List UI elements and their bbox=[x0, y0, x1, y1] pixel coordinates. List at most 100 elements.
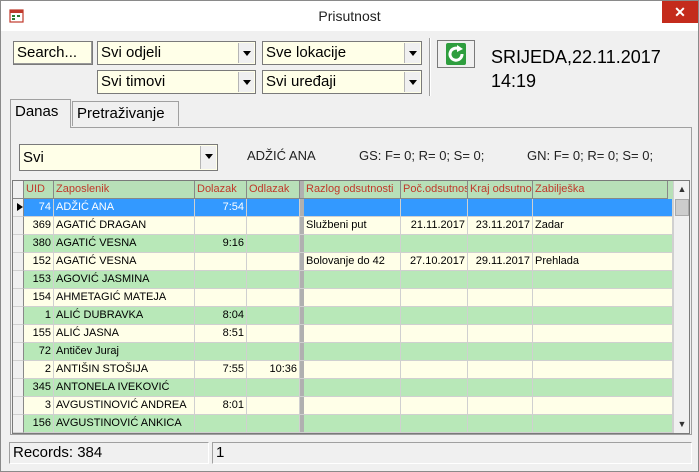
cell-absence-start[interactable] bbox=[401, 235, 468, 253]
cell-employee[interactable]: AGATIĆ DRAGAN bbox=[54, 217, 195, 235]
cell-arrival[interactable]: 8:51 bbox=[195, 325, 247, 343]
table-row[interactable]: 72 Antičev Juraj bbox=[13, 343, 673, 361]
header-absence-reason[interactable]: Razlog odsutnosti bbox=[304, 181, 401, 199]
search-button[interactable]: Search... bbox=[13, 41, 93, 65]
cell-absence-reason[interactable] bbox=[304, 361, 401, 379]
table-row[interactable]: 1 ALIĆ DUBRAVKA 8:04 bbox=[13, 307, 673, 325]
cell-absence-start[interactable] bbox=[401, 397, 468, 415]
cell-departure[interactable] bbox=[247, 397, 300, 415]
cell-departure[interactable] bbox=[247, 271, 300, 289]
cell-note[interactable] bbox=[533, 307, 673, 325]
scroll-up-icon[interactable]: ▲ bbox=[674, 181, 689, 198]
cell-note[interactable] bbox=[533, 235, 673, 253]
header-departure[interactable]: Odlazak bbox=[247, 181, 300, 199]
refresh-button[interactable] bbox=[437, 40, 475, 68]
header-note[interactable]: Zabilješka bbox=[533, 181, 668, 199]
cell-note[interactable] bbox=[533, 289, 673, 307]
cell-departure[interactable] bbox=[247, 325, 300, 343]
cell-note[interactable]: Zadar bbox=[533, 217, 673, 235]
cell-uid[interactable]: 380 bbox=[24, 235, 54, 253]
cell-departure[interactable]: 10:36 bbox=[247, 361, 300, 379]
cell-absence-start[interactable] bbox=[401, 415, 468, 433]
cell-employee[interactable]: ANTIŠIN STOŠIJA bbox=[54, 361, 195, 379]
scroll-down-icon[interactable]: ▼ bbox=[674, 416, 689, 433]
cell-uid[interactable]: 155 bbox=[24, 325, 54, 343]
cell-arrival[interactable] bbox=[195, 271, 247, 289]
device-select[interactable]: Svi uređaji bbox=[262, 70, 422, 94]
table-row[interactable]: 154 AHMETAGIĆ MATEJA bbox=[13, 289, 673, 307]
cell-uid[interactable]: 72 bbox=[24, 343, 54, 361]
cell-uid[interactable]: 2 bbox=[24, 361, 54, 379]
cell-absence-end[interactable] bbox=[468, 343, 533, 361]
cell-absence-reason[interactable] bbox=[304, 199, 401, 217]
cell-arrival[interactable]: 7:54 bbox=[195, 199, 247, 217]
vertical-scrollbar[interactable]: ▲ ▼ bbox=[673, 181, 689, 433]
department-select[interactable]: Svi odjeli bbox=[97, 41, 256, 65]
cell-note[interactable] bbox=[533, 379, 673, 397]
cell-employee[interactable]: ADŽIĆ ANA bbox=[54, 199, 195, 217]
team-select[interactable]: Svi timovi bbox=[97, 70, 256, 94]
cell-absence-reason[interactable] bbox=[304, 235, 401, 253]
tab-danas[interactable]: Danas bbox=[10, 99, 71, 128]
cell-absence-start[interactable] bbox=[401, 307, 468, 325]
cell-employee[interactable]: ALIĆ DUBRAVKA bbox=[54, 307, 195, 325]
cell-absence-reason[interactable]: Bolovanje do 42 bbox=[304, 253, 401, 271]
chevron-down-icon[interactable] bbox=[238, 72, 254, 92]
attendance-grid[interactable]: UID Zaposlenik Dolazak Odlazak Razlog od… bbox=[12, 180, 690, 434]
cell-uid[interactable]: 154 bbox=[24, 289, 54, 307]
cell-note[interactable] bbox=[533, 415, 673, 433]
table-row[interactable]: 345 ANTONELA IVEKOVIĆ bbox=[13, 379, 673, 397]
cell-employee[interactable]: AHMETAGIĆ MATEJA bbox=[54, 289, 195, 307]
cell-departure[interactable] bbox=[247, 343, 300, 361]
table-row[interactable]: 369 AGATIĆ DRAGAN Službeni put 21.11.2017 23… bbox=[13, 217, 673, 235]
tab-pretrazivanje[interactable]: Pretraživanje bbox=[72, 101, 179, 126]
table-row[interactable]: 156 AVGUSTINOVIĆ ANKICA bbox=[13, 415, 673, 433]
cell-employee[interactable]: ALIĆ JASNA bbox=[54, 325, 195, 343]
chevron-down-icon[interactable] bbox=[200, 146, 216, 169]
cell-absence-reason[interactable] bbox=[304, 325, 401, 343]
cell-absence-reason[interactable] bbox=[304, 289, 401, 307]
header-arrival[interactable]: Dolazak bbox=[195, 181, 247, 199]
cell-employee[interactable]: ANTONELA IVEKOVIĆ bbox=[54, 379, 195, 397]
cell-note[interactable] bbox=[533, 361, 673, 379]
cell-absence-end[interactable] bbox=[468, 271, 533, 289]
cell-absence-start[interactable] bbox=[401, 325, 468, 343]
cell-note[interactable] bbox=[533, 343, 673, 361]
cell-uid[interactable]: 1 bbox=[24, 307, 54, 325]
cell-employee[interactable]: AGATIĆ VESNA bbox=[54, 253, 195, 271]
cell-uid[interactable]: 156 bbox=[24, 415, 54, 433]
header-absence-start[interactable]: Poč.odsutnosti bbox=[401, 181, 468, 199]
cell-arrival[interactable] bbox=[195, 343, 247, 361]
cell-employee[interactable]: AGOVIĆ JASMINA bbox=[54, 271, 195, 289]
cell-note[interactable] bbox=[533, 397, 673, 415]
table-row[interactable]: 153 AGOVIĆ JASMINA bbox=[13, 271, 673, 289]
cell-employee[interactable]: Antičev Juraj bbox=[54, 343, 195, 361]
filter-select[interactable]: Svi bbox=[19, 144, 218, 171]
table-row[interactable]: 155 ALIĆ JASNA 8:51 bbox=[13, 325, 673, 343]
cell-uid[interactable]: 3 bbox=[24, 397, 54, 415]
cell-absence-reason[interactable] bbox=[304, 271, 401, 289]
cell-absence-end[interactable] bbox=[468, 235, 533, 253]
cell-absence-reason[interactable] bbox=[304, 307, 401, 325]
cell-absence-end[interactable] bbox=[468, 307, 533, 325]
cell-arrival[interactable] bbox=[195, 379, 247, 397]
cell-absence-reason[interactable] bbox=[304, 379, 401, 397]
cell-absence-start[interactable] bbox=[401, 271, 468, 289]
chevron-down-icon[interactable] bbox=[404, 43, 420, 63]
cell-arrival[interactable] bbox=[195, 289, 247, 307]
table-row[interactable]: 2 ANTIŠIN STOŠIJA 7:55 10:36 bbox=[13, 361, 673, 379]
cell-uid[interactable]: 369 bbox=[24, 217, 54, 235]
cell-departure[interactable] bbox=[247, 415, 300, 433]
location-select[interactable]: Sve lokacije bbox=[262, 41, 422, 65]
cell-note[interactable]: Prehlada bbox=[533, 253, 673, 271]
cell-absence-start[interactable]: 27.10.2017 bbox=[401, 253, 468, 271]
cell-absence-start[interactable] bbox=[401, 379, 468, 397]
chevron-down-icon[interactable] bbox=[238, 43, 254, 63]
cell-employee[interactable]: AVGUSTINOVIĆ ANKICA bbox=[54, 415, 195, 433]
cell-uid[interactable]: 345 bbox=[24, 379, 54, 397]
cell-arrival[interactable] bbox=[195, 415, 247, 433]
cell-arrival[interactable] bbox=[195, 253, 247, 271]
cell-arrival[interactable]: 8:04 bbox=[195, 307, 247, 325]
cell-absence-reason[interactable] bbox=[304, 415, 401, 433]
cell-note[interactable] bbox=[533, 271, 673, 289]
